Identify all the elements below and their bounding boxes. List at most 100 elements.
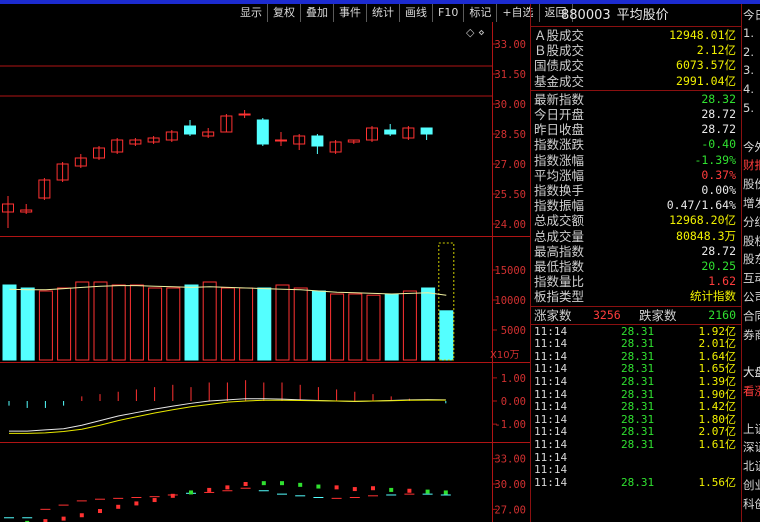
kline-y-tick-label: 30.00 — [494, 99, 526, 111]
sar-y-tick-label: 30.00 — [494, 479, 526, 491]
side-item[interactable]: 增发 — [743, 195, 760, 211]
index-stat-row: 指数振幅 0.47/1.64% — [531, 198, 741, 213]
sar-dot — [298, 482, 303, 487]
tick-row: 11:14 28.31 2.01亿 — [531, 338, 741, 351]
index-stat-row: 指数换手 0.00% — [531, 183, 741, 198]
side-item[interactable]: 北证 — [743, 458, 760, 474]
chart-toolbar: 显示 复权 叠加 事件 统计 画线 F10 标记 +自选 返回 — [235, 4, 573, 22]
sar-dot — [207, 487, 212, 492]
index-stat-label: 平均涨幅 — [534, 167, 585, 183]
tick-price: 28.31 — [621, 438, 655, 451]
volume-bar — [38, 290, 53, 361]
index-stat-row: 板指类型 统计指数 — [531, 289, 741, 304]
index-stat-value: -0.40 — [701, 137, 736, 152]
candle-body — [275, 139, 287, 142]
volume-bar — [20, 287, 35, 361]
up-count: 3256 — [593, 307, 621, 322]
macd-dif-line — [9, 398, 446, 432]
tick-row: 11:14 28.31 1.39亿 — [531, 375, 741, 389]
index-stat-value: 1.62 — [708, 274, 736, 289]
summary-row: Ａ股成交 12948.01亿 — [531, 28, 741, 43]
index-stat-label: 指数量比 — [534, 274, 585, 290]
summary-value: 2.12亿 — [696, 43, 736, 58]
kline-y-tick-label: 31.50 — [494, 69, 526, 81]
volume-bar — [111, 284, 126, 361]
tick-volume: 1.61亿 — [698, 438, 737, 451]
volume-y-tick-label: 10000 — [494, 295, 526, 307]
tick-time: 11:14 — [534, 475, 568, 489]
toolbar-button-6[interactable]: F10 — [433, 4, 465, 22]
index-stat-label: 最低指数 — [534, 259, 585, 274]
side-item[interactable]: 看涨 — [743, 383, 760, 399]
side-item[interactable]: 3. — [743, 63, 760, 77]
index-code: 880003 — [561, 8, 611, 23]
side-item[interactable]: 财报 — [743, 157, 760, 173]
side-item[interactable]: 股东 — [743, 251, 760, 267]
sar-y-tick-label: 27.00 — [494, 504, 526, 516]
side-item[interactable]: 科创 — [743, 496, 760, 512]
side-item[interactable]: 1. — [743, 26, 760, 40]
index-stat-value: 0.47/1.64% — [666, 198, 736, 213]
side-item[interactable]: 大盘 — [743, 364, 760, 380]
kline-y-tick-label: 24.00 — [494, 219, 526, 231]
volume-bar — [275, 284, 290, 361]
toolbar-button-3[interactable]: 事件 — [334, 4, 367, 22]
side-item[interactable]: 今日 — [743, 7, 760, 23]
toolbar-button-0[interactable]: 显示 — [235, 4, 268, 22]
sar-dot — [79, 513, 84, 518]
side-item[interactable]: 分红 — [743, 214, 760, 230]
side-item[interactable]: 股份 — [743, 176, 760, 192]
sar-dot — [334, 485, 339, 490]
volume-bar — [330, 293, 345, 361]
volume-bar — [348, 293, 363, 361]
summary-value: 12948.01亿 — [669, 28, 736, 42]
side-item[interactable]: 公司 — [743, 289, 760, 305]
index-stat-row: 总成交量 80848.3万 — [531, 229, 741, 244]
sar-dot — [443, 490, 448, 495]
summary-label: Ｂ股成交 — [534, 43, 585, 59]
summary-row: 基金成交 2991.04亿 — [531, 74, 741, 89]
side-item[interactable]: 4. — [743, 82, 760, 96]
side-item[interactable]: 5. — [743, 101, 760, 115]
side-item[interactable]: 券商 — [743, 327, 760, 343]
side-item[interactable]: 合同 — [743, 308, 760, 324]
side-item[interactable]: 今外 — [743, 139, 760, 155]
side-item[interactable]: 股权 — [743, 233, 760, 249]
sar-dot — [98, 509, 102, 514]
toolbar-button-4[interactable]: 统计 — [367, 4, 400, 22]
tick-volume: 1.39亿 — [698, 375, 737, 388]
summary-label: Ａ股成交 — [534, 28, 585, 43]
index-stat-row: 指数涨跌 -0.40 — [531, 137, 741, 152]
toolbar-button-5[interactable]: 画线 — [400, 4, 433, 22]
index-stat-label: 今日开盘 — [534, 107, 585, 122]
side-item[interactable]: 上证 — [743, 421, 760, 437]
volume-bar — [311, 290, 326, 361]
sar-dot — [170, 493, 175, 498]
volume-y-tick-label: 15000 — [494, 265, 526, 277]
index-stat-label: 总成交量 — [534, 228, 585, 244]
toolbar-button-2[interactable]: 叠加 — [301, 4, 334, 22]
side-item[interactable]: 2. — [743, 45, 760, 59]
index-stat-row: 总成交额 12968.20亿 — [531, 213, 741, 228]
index-stat-value: 28.72 — [701, 243, 736, 258]
tick-time: 11:14 — [534, 375, 568, 388]
tick-row: 11:14 28.31 1.56亿 — [531, 475, 741, 490]
quote-panel: 880003 平均股价 Ａ股成交 12948.01亿 Ｂ股成交 2.12亿 国债成交 607… — [530, 4, 741, 522]
kline-chart-area[interactable]: ◇ ⋄ 33.00 31.50 30.00 28.50 27.00 25.50 24.00 150… — [0, 22, 530, 522]
summary-value: 6073.57亿 — [676, 58, 736, 73]
volume-ma-line — [9, 285, 447, 296]
side-item[interactable]: 创业 — [743, 477, 760, 493]
index-stat-value: -1.39% — [694, 152, 736, 167]
toolbar-button-1[interactable]: 复权 — [268, 4, 301, 22]
tick-volume: 1.56亿 — [698, 475, 737, 489]
side-item[interactable]: 互动 — [743, 270, 760, 286]
index-stat-label: 板指类型 — [534, 289, 585, 305]
volume-unit-label: X10万 — [490, 350, 520, 361]
volume-bar — [402, 290, 417, 361]
index-stat-row: 最低指数 20.25 — [531, 259, 741, 274]
side-item[interactable]: 深证 — [743, 439, 760, 455]
toolbar-button-7[interactable]: 标记 — [464, 4, 498, 22]
index-stat-row: 今日开盘 28.72 — [531, 107, 741, 122]
index-stat-value: 28.72 — [701, 107, 736, 121]
macd-y-tick-label: 1.00 — [501, 373, 526, 385]
